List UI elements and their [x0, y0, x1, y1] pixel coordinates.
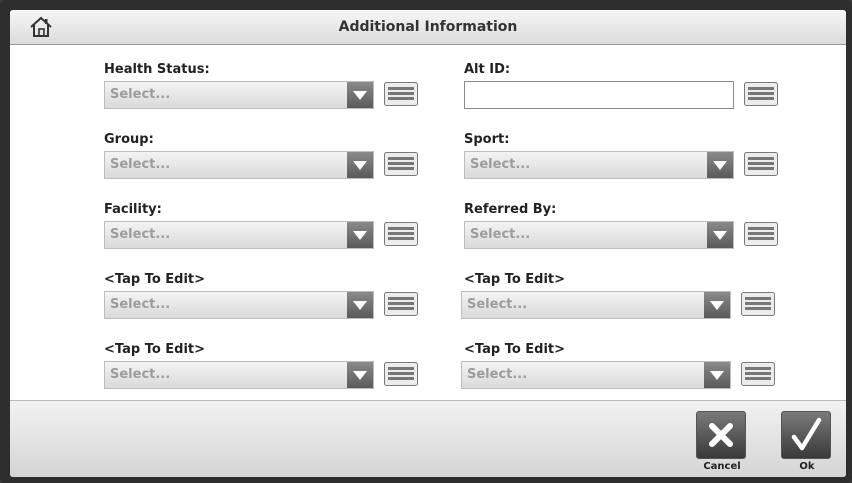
group-label: Group: [104, 132, 154, 147]
facility-field: Facility: Select... [104, 202, 434, 252]
sport-value: Select... [470, 157, 531, 172]
referred-by-select[interactable]: Select... [464, 221, 734, 249]
keyboard-icon [744, 152, 778, 176]
x-icon [709, 423, 733, 447]
sport-field: Sport: Select... [464, 132, 794, 182]
alt-id-input[interactable] [464, 81, 734, 109]
ok-label: Ok [799, 461, 815, 472]
custom-field-3-keyboard-button[interactable] [384, 362, 418, 386]
keyboard-icon [384, 82, 418, 106]
custom-field-1-value: Select... [110, 297, 171, 312]
sport-dropdown-button[interactable] [707, 152, 733, 178]
triangle-down-icon [353, 231, 367, 240]
facility-label: Facility: [104, 202, 162, 217]
custom-field-1: <Tap To Edit> Select... [104, 272, 434, 322]
custom-field-3-label[interactable]: <Tap To Edit> [104, 342, 205, 357]
sport-select[interactable]: Select... [464, 151, 734, 179]
group-value: Select... [110, 157, 171, 172]
custom-field-3: <Tap To Edit> Select... [104, 342, 434, 392]
custom-field-1-dropdown-button[interactable] [347, 292, 373, 318]
footer-bar: Cancel Ok [10, 400, 846, 477]
cancel-button[interactable]: Cancel [696, 411, 748, 475]
referred-by-keyboard-button[interactable] [744, 222, 778, 246]
window-title: Additional Information [338, 19, 518, 35]
triangle-down-icon [353, 301, 367, 310]
cancel-label: Cancel [703, 461, 741, 472]
alt-id-label: Alt ID: [464, 62, 511, 77]
custom-field-4-value: Select... [467, 367, 528, 382]
custom-field-4: <Tap To Edit> Select... [461, 342, 791, 392]
additional-information-window: Additional Information Health Status: Se… [10, 10, 846, 477]
custom-field-3-dropdown-button[interactable] [347, 362, 373, 388]
alt-id-keyboard-button[interactable] [744, 82, 778, 106]
custom-field-2-dropdown-button[interactable] [704, 292, 730, 318]
health-status-value: Select... [110, 87, 171, 102]
group-field: Group: Select... [104, 132, 434, 182]
cancel-tile [696, 411, 746, 459]
device-frame: Additional Information Health Status: Se… [0, 0, 852, 483]
home-icon [30, 16, 52, 37]
health-status-keyboard-button[interactable] [384, 82, 418, 106]
group-keyboard-button[interactable] [384, 152, 418, 176]
triangle-down-icon [713, 161, 727, 170]
keyboard-icon [384, 222, 418, 246]
referred-by-field: Referred By: Select... [464, 202, 794, 252]
triangle-down-icon [713, 231, 727, 240]
referred-by-dropdown-button[interactable] [707, 222, 733, 248]
custom-field-1-keyboard-button[interactable] [384, 292, 418, 316]
referred-by-value: Select... [470, 227, 531, 242]
facility-select[interactable]: Select... [104, 221, 374, 249]
keyboard-icon [384, 152, 418, 176]
triangle-down-icon [710, 371, 724, 380]
triangle-down-icon [353, 371, 367, 380]
group-select[interactable]: Select... [104, 151, 374, 179]
keyboard-icon [741, 292, 775, 316]
custom-field-1-label[interactable]: <Tap To Edit> [104, 272, 205, 287]
custom-field-2-select[interactable]: Select... [461, 291, 731, 319]
health-status-label: Health Status: [104, 62, 210, 77]
custom-field-4-label[interactable]: <Tap To Edit> [464, 342, 565, 357]
title-bar: Additional Information [10, 10, 846, 45]
keyboard-icon [384, 362, 418, 386]
keyboard-icon [741, 362, 775, 386]
facility-dropdown-button[interactable] [347, 222, 373, 248]
keyboard-icon [384, 292, 418, 316]
triangle-down-icon [710, 301, 724, 310]
custom-field-4-select[interactable]: Select... [461, 361, 731, 389]
custom-field-2-keyboard-button[interactable] [741, 292, 775, 316]
custom-field-3-value: Select... [110, 367, 171, 382]
health-status-dropdown-button[interactable] [347, 82, 373, 108]
custom-field-2-value: Select... [467, 297, 528, 312]
custom-field-4-keyboard-button[interactable] [741, 362, 775, 386]
triangle-down-icon [353, 91, 367, 100]
custom-field-4-dropdown-button[interactable] [704, 362, 730, 388]
home-button[interactable] [28, 15, 54, 39]
sport-keyboard-button[interactable] [744, 152, 778, 176]
checkmark-icon [791, 417, 822, 451]
keyboard-icon [744, 222, 778, 246]
ok-tile [781, 411, 831, 459]
alt-id-field: Alt ID: [464, 62, 794, 112]
triangle-down-icon [353, 161, 367, 170]
referred-by-label: Referred By: [464, 202, 557, 217]
health-status-field: Health Status: Select... [104, 62, 434, 112]
custom-field-2: <Tap To Edit> Select... [461, 272, 791, 322]
facility-value: Select... [110, 227, 171, 242]
ok-button[interactable]: Ok [781, 411, 833, 475]
custom-field-2-label[interactable]: <Tap To Edit> [464, 272, 565, 287]
facility-keyboard-button[interactable] [384, 222, 418, 246]
custom-field-3-select[interactable]: Select... [104, 361, 374, 389]
sport-label: Sport: [464, 132, 510, 147]
keyboard-icon [744, 82, 778, 106]
health-status-select[interactable]: Select... [104, 81, 374, 109]
group-dropdown-button[interactable] [347, 152, 373, 178]
custom-field-1-select[interactable]: Select... [104, 291, 374, 319]
